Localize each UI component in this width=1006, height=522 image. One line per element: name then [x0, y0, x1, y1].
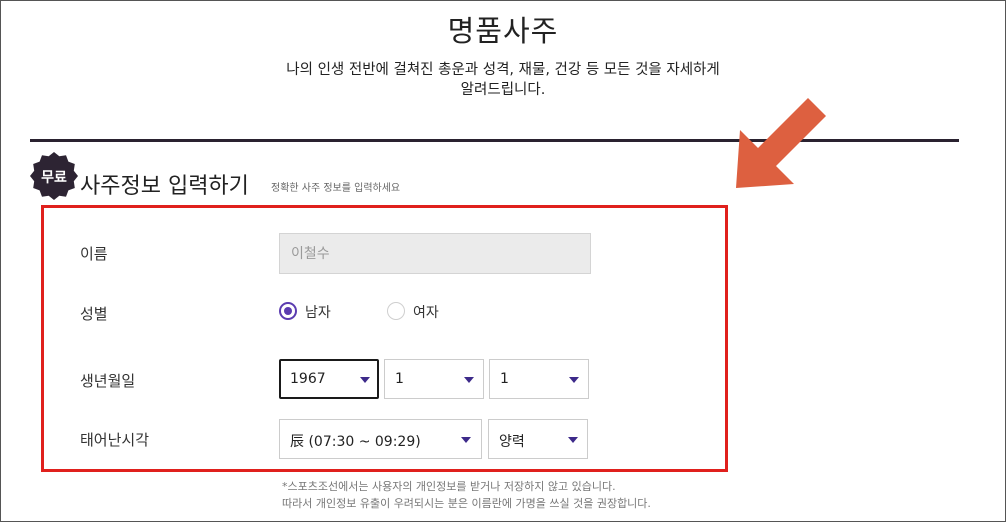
annotation-arrow: [726, 96, 830, 196]
birth-time-value: 辰 (07:30 ~ 09:29): [290, 434, 421, 450]
birth-month-select[interactable]: 1: [384, 359, 484, 399]
page-description: 나의 인생 전반에 걸쳐진 총운과 성격, 재물, 건강 등 모든 것을 자세하…: [0, 60, 1006, 100]
privacy-notice-line-2: 따라서 개인정보 유출이 우려되시는 분은 이름란에 가명을 쓰실 것을 권장합…: [282, 497, 651, 510]
calendar-type-select[interactable]: 양력: [488, 419, 588, 459]
privacy-notice: *스포츠조선에서는 사용자의 개인정보를 받거나 저장하지 않고 있습니다. 따…: [282, 478, 651, 512]
description-line-1: 나의 인생 전반에 걸쳐진 총운과 성격, 재물, 건강 등 모든 것을 자세하…: [286, 62, 720, 78]
gender-male-label[interactable]: 남자: [305, 302, 331, 322]
name-label: 이름: [80, 245, 108, 263]
caret-down-icon: [569, 377, 579, 383]
birth-day-value: 1: [500, 371, 509, 387]
caret-down-icon: [461, 437, 471, 443]
caret-down-icon: [464, 377, 474, 383]
free-badge: 무료: [30, 152, 78, 200]
birth-month-value: 1: [395, 371, 404, 387]
free-badge-label: 무료: [41, 170, 67, 186]
caret-down-icon: [568, 437, 578, 443]
gender-label: 성별: [80, 305, 108, 323]
section-subtitle: 정확한 사주 정보를 입력하세요: [271, 183, 401, 194]
birthdate-label: 생년월일: [80, 372, 136, 390]
page-title: 명품사주: [447, 14, 559, 48]
calendar-type-value: 양력: [499, 434, 525, 450]
gender-male-radio[interactable]: [279, 302, 297, 320]
gender-female-label[interactable]: 여자: [413, 302, 439, 322]
birth-time-label: 태어난시각: [80, 431, 150, 449]
birth-year-value: 1967: [290, 371, 326, 387]
name-input[interactable]: [279, 233, 591, 274]
section-title: 사주정보 입력하기: [80, 174, 249, 199]
birth-time-select[interactable]: 辰 (07:30 ~ 09:29): [279, 419, 482, 459]
birth-day-select[interactable]: 1: [489, 359, 589, 399]
arrow-pointing-down-left-icon: [736, 98, 826, 188]
description-line-2: 알려드립니다.: [460, 82, 546, 98]
gender-female-radio[interactable]: [387, 302, 405, 320]
birth-year-select[interactable]: 1967: [279, 359, 379, 399]
caret-down-icon: [360, 377, 370, 383]
privacy-notice-line-1: *스포츠조선에서는 사용자의 개인정보를 받거나 저장하지 않고 있습니다.: [282, 480, 616, 493]
